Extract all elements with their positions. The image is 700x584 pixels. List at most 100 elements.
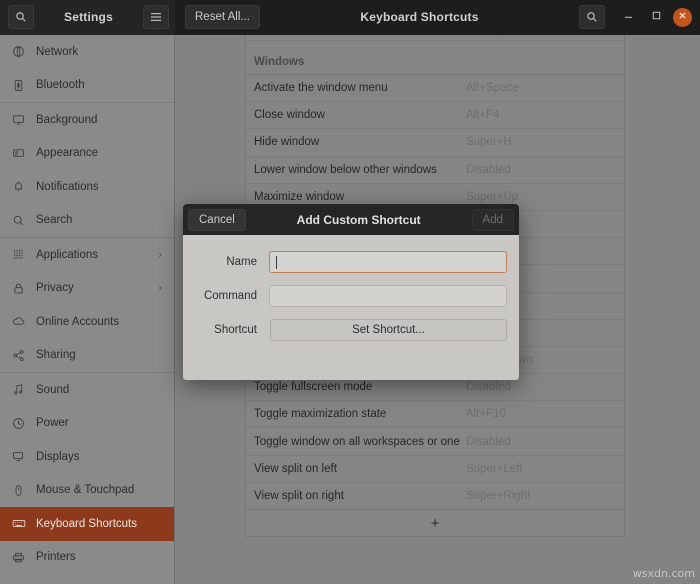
minimize-button[interactable]	[617, 6, 639, 28]
shortcut-name: Toggle window on all workspaces or one	[254, 436, 466, 448]
shortcut-name: Maximize window	[254, 191, 466, 203]
shortcut-name: View split on left	[254, 463, 466, 475]
headerbar-right-pane: Reset All... Keyboard Shortcuts	[175, 0, 700, 35]
watermark: wsxdn.com	[633, 567, 695, 580]
page-title: Keyboard Shortcuts	[360, 10, 478, 24]
dialog-add-button[interactable]: Add	[472, 209, 514, 231]
dialog-field-row: Command	[195, 285, 507, 307]
sidebar-item-label: Applications	[32, 249, 158, 261]
dialog-header: Cancel Add Custom Shortcut Add	[183, 204, 519, 235]
dialog-title: Add Custom Shortcut	[297, 213, 421, 227]
sidebar-item-notifications[interactable]: Notifications	[0, 170, 174, 204]
text-caret	[276, 256, 277, 269]
lock-icon	[12, 282, 32, 295]
field-label-shortcut: Shortcut	[195, 324, 269, 336]
dialog-fields: Name Command ShortcutSet Shortcut...	[195, 251, 507, 341]
field-label-command: Command	[195, 290, 269, 302]
cloud-icon	[12, 315, 32, 328]
appearance-icon	[12, 147, 32, 160]
sidebar-item-search[interactable]: Search	[0, 204, 174, 238]
shortcut-name: Hide window	[254, 136, 466, 148]
table-row[interactable]: View split on leftSuper+Left	[246, 456, 624, 483]
globe-icon	[12, 45, 32, 58]
sidebar-item-keyboard-shortcuts[interactable]: Keyboard Shortcuts	[0, 507, 174, 541]
panel-search-button[interactable]	[579, 5, 605, 29]
table-row[interactable]: Hide windowSuper+H	[246, 129, 624, 156]
shortcut-accelerator: Disabled	[466, 381, 616, 393]
sidebar-item-label: Network	[32, 46, 164, 58]
shortcut-accelerator: Super+H	[466, 136, 616, 148]
hamburger-menu-icon	[150, 12, 162, 22]
sidebar-item-privacy[interactable]: Privacy›	[0, 272, 174, 306]
shortcut-accelerator: Alt+F4	[466, 109, 616, 121]
sidebar-item-sound[interactable]: Sound	[0, 373, 174, 407]
shortcut-accelerator: Super+Right	[466, 490, 616, 502]
sidebar-item-mouse-touchpad[interactable]: Mouse & Touchpad	[0, 474, 174, 508]
minimize-icon	[623, 10, 634, 24]
table-row[interactable]: Lower window below other windowsDisabled	[246, 157, 624, 184]
sidebar-item-printers[interactable]: Printers	[0, 541, 174, 575]
name-input[interactable]	[269, 251, 507, 273]
shortcut-name: Zoom out	[254, 35, 466, 37]
sidebar-item-label: Notifications	[32, 181, 164, 193]
table-row[interactable]: Close windowAlt+F4	[246, 102, 624, 129]
sidebar-item-sharing[interactable]: Sharing	[0, 339, 174, 373]
grid-apps-icon	[12, 248, 32, 261]
shortcut-accelerator: Alt+F10	[466, 408, 616, 420]
bluetooth-icon	[12, 79, 32, 92]
sidebar-item-label: Privacy	[32, 282, 158, 294]
table-row[interactable]: Activate the window menuAlt+Space	[246, 75, 624, 102]
search-icon-button[interactable]	[8, 5, 34, 29]
dialog-cancel-button[interactable]: Cancel	[188, 209, 246, 231]
hamburger-menu-button[interactable]	[143, 5, 169, 29]
dialog-field-row: Name	[195, 251, 507, 273]
search-icon	[12, 214, 32, 227]
table-row[interactable]: Toggle window on all workspaces or oneDi…	[246, 428, 624, 455]
sidebar-item-label: Bluetooth	[32, 79, 164, 91]
sidebar-item-displays[interactable]: Displays	[0, 440, 174, 474]
shortcut-accelerator: Alt+Super+8	[466, 35, 616, 37]
command-input[interactable]	[269, 285, 507, 307]
sidebar-item-label: Sound	[32, 384, 164, 396]
sidebar-item-label: Keyboard Shortcuts	[32, 518, 164, 530]
sidebar-item-label: Displays	[32, 451, 164, 463]
search-icon	[15, 11, 27, 23]
monitor-icon	[12, 113, 32, 126]
sidebar-item-online-accounts[interactable]: Online Accounts	[0, 305, 174, 339]
sidebar-list: Network Bluetooth BackgroundAppearance Noti…	[0, 35, 174, 584]
keyboard-icon	[12, 517, 32, 530]
settings-window: Settings Reset All... Keyboard Shortcuts	[0, 0, 700, 584]
app-title: Settings	[64, 10, 113, 24]
panel-title-wrap: Keyboard Shortcuts	[260, 8, 579, 26]
music-note-icon	[12, 383, 32, 396]
reset-all-button[interactable]: Reset All...	[185, 5, 260, 29]
section-header-windows: Windows	[246, 41, 624, 75]
mouse-icon	[12, 484, 32, 497]
add-custom-shortcut-dialog: Cancel Add Custom Shortcut Add Name Comma…	[183, 204, 519, 380]
search-icon	[586, 11, 598, 23]
shortcut-row-clipped[interactable]: Zoom out Alt+Super+8	[246, 35, 624, 41]
sidebar-item-applications[interactable]: Applications›	[0, 238, 174, 272]
set-shortcut-button[interactable]: Set Shortcut...	[270, 319, 507, 341]
settings-sidebar[interactable]: Network Bluetooth BackgroundAppearance Noti…	[0, 35, 175, 584]
shortcut-accelerator: Alt+Space	[466, 82, 616, 94]
shortcut-name: Toggle fullscreen mode	[254, 381, 466, 393]
printer-icon	[12, 551, 32, 564]
sidebar-item-background[interactable]: Background	[0, 103, 174, 137]
close-icon	[678, 11, 687, 23]
table-row[interactable]: View split on rightSuper+Right	[246, 483, 624, 510]
close-button[interactable]	[673, 8, 692, 27]
maximize-button[interactable]	[645, 6, 667, 28]
bell-icon	[12, 180, 32, 193]
sidebar-item-bluetooth[interactable]: Bluetooth	[0, 69, 174, 103]
table-row[interactable]: Toggle maximization stateAlt+F10	[246, 401, 624, 428]
sidebar-item-network[interactable]: Network	[0, 35, 174, 69]
shortcut-name: Toggle maximization state	[254, 408, 466, 420]
sidebar-item-power[interactable]: Power	[0, 407, 174, 441]
sidebar-item-removable-media[interactable]: Removable Media	[0, 574, 174, 584]
sidebar-item-appearance[interactable]: Appearance	[0, 137, 174, 171]
add-custom-shortcut-button[interactable]: +	[246, 510, 624, 536]
shortcut-accelerator: Disabled	[466, 436, 616, 448]
field-label-name: Name	[195, 256, 269, 268]
shortcut-accelerator: Super+Up	[466, 191, 616, 203]
